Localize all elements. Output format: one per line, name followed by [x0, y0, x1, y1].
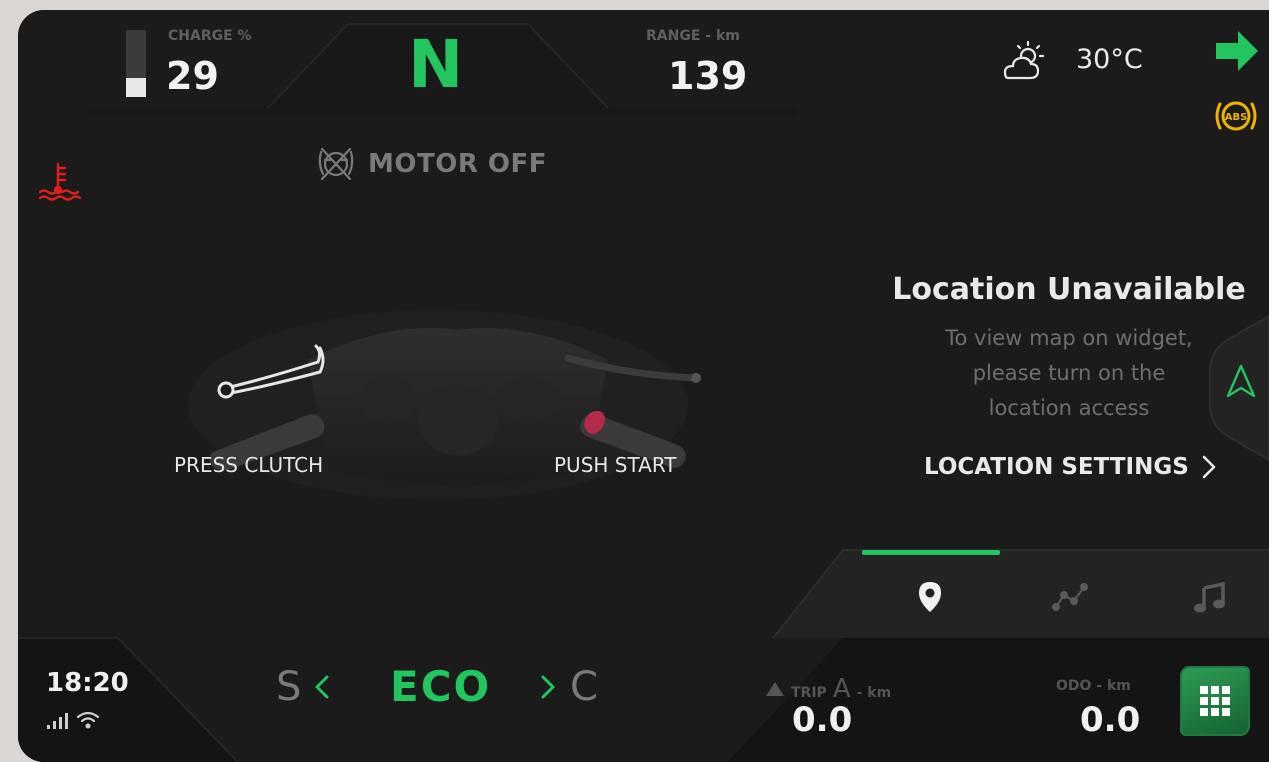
press-clutch-label: PRESS CLUTCH: [174, 453, 324, 477]
grid-apps-icon: [1200, 686, 1230, 716]
chevron-left-icon: [315, 675, 329, 699]
trip-word: TRIP: [791, 685, 827, 701]
navigation-button[interactable]: [1216, 356, 1266, 406]
location-message-line-2: please turn on the: [972, 361, 1166, 385]
charge-value: 29: [166, 54, 219, 98]
motor-status: MOTOR OFF: [316, 146, 547, 182]
tab-music[interactable]: [1180, 567, 1240, 627]
cellular-signal-icon: [46, 712, 72, 734]
ride-mode-sport[interactable]: S: [276, 664, 301, 710]
odometer-value: 0.0: [1080, 700, 1141, 740]
location-message-line-3: location access: [988, 396, 1150, 420]
trip-unit: - km: [856, 685, 892, 701]
wifi-icon: [76, 710, 100, 734]
temperature-value: 30°C: [1076, 44, 1143, 75]
tab-map[interactable]: [900, 567, 960, 627]
charge-label: CHARGE %: [168, 28, 252, 44]
range-label: RANGE - km: [646, 28, 740, 44]
right-turn-indicator-icon: [1214, 28, 1260, 78]
triangle-up-icon: [766, 682, 784, 696]
mode-previous-button[interactable]: [314, 674, 330, 704]
navigation-arrow-icon: [1226, 364, 1256, 398]
weather-partly-cloudy-icon: [998, 38, 1048, 90]
location-message: To view map on widget, please turn on th…: [918, 321, 1220, 426]
tab-ride-stats[interactable]: [1040, 567, 1100, 627]
mode-next-button[interactable]: [540, 674, 556, 704]
active-tab-indicator: [862, 550, 1000, 555]
ride-stats-graph-icon: [1052, 583, 1088, 611]
motor-status-text: MOTOR OFF: [368, 149, 548, 179]
push-start-label: PUSH START: [554, 453, 677, 477]
range-value: 139: [668, 54, 748, 98]
abs-icon-text: ABS: [1225, 112, 1248, 123]
dashboard-screen: CHARGE % 29 N RANGE - km 139 30°C ABS MO…: [18, 10, 1269, 762]
apps-menu-button[interactable]: [1180, 666, 1250, 736]
motor-off-icon: [318, 147, 354, 181]
ride-mode-comfort[interactable]: C: [570, 664, 598, 710]
location-settings-button[interactable]: LOCATION SETTINGS: [924, 454, 1217, 480]
gear-indicator: N: [408, 26, 464, 103]
chevron-right-green-icon: [541, 675, 555, 699]
charge-level-bar: [126, 30, 146, 97]
music-note-icon: [1194, 581, 1225, 613]
location-title: Location Unavailable: [892, 272, 1246, 307]
coolant-temperature-warning-icon: [38, 160, 82, 208]
ride-mode-current: ECO: [390, 662, 492, 711]
location-message-line-1: To view map on widget,: [945, 326, 1193, 350]
clock-time: 18:20: [46, 668, 129, 698]
location-pin-icon: [919, 582, 941, 612]
odometer-label: ODO - km: [1056, 678, 1131, 694]
chevron-right-icon: [1202, 455, 1216, 479]
trip-value: 0.0: [792, 700, 853, 740]
location-settings-label: LOCATION SETTINGS: [924, 454, 1189, 480]
charge-level-fill: [126, 78, 146, 97]
abs-warning-icon: ABS: [1212, 96, 1260, 140]
